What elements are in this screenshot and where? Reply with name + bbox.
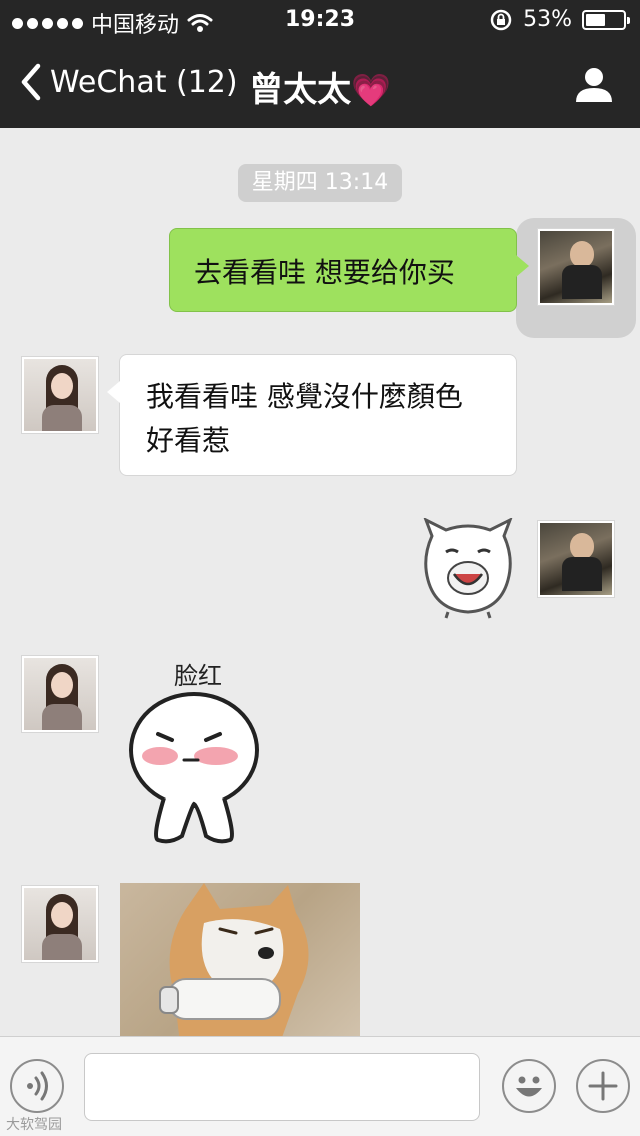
emoji-button[interactable] [502,1059,556,1113]
contact-avatar[interactable] [21,655,99,733]
sticker-caption: 脸红 [174,662,222,690]
profile-icon[interactable] [574,64,614,104]
message-bubble-outgoing[interactable]: 去看看哇 想要给你买 [169,228,529,312]
shiba-photo[interactable] [120,883,360,1036]
plus-icon [588,1071,618,1101]
battery-percent: 53% [523,7,572,32]
timestamp-label: 星期四 13:14 [238,164,402,202]
chat-area[interactable]: 星期四 13:14 去看看哇 想要给你买 我看看哇 感覺沒什麼顏色好看惹 脸红 [0,128,640,1036]
input-bar [0,1036,640,1136]
heart-icon: 💗 [351,71,391,109]
orientation-lock-icon [490,9,512,30]
chat-title-text: 曾太太 [249,70,352,110]
voice-button[interactable] [10,1059,64,1113]
nav-bar: WeChat (12) 曾太太💗 [0,40,640,128]
contact-avatar[interactable] [21,885,99,963]
message-bubble-incoming[interactable]: 我看看哇 感覺沒什麼顏色好看惹 [107,354,517,476]
emoji-icon [516,1076,542,1097]
contact-avatar[interactable] [21,356,99,434]
laughing-cat-sticker[interactable] [418,518,518,620]
more-button[interactable] [576,1059,630,1113]
my-avatar[interactable] [537,520,615,598]
message-input[interactable] [84,1053,480,1121]
status-right: 53% [489,7,630,32]
watermark: 大软驾园 [6,1117,62,1133]
blushing-bun-sticker[interactable] [124,688,264,850]
battery-icon [582,9,630,30]
voice-icon [27,1071,48,1101]
dog-image-icon [159,883,309,1036]
status-bar: 中国移动 19:23 53% [0,0,640,40]
chat-title: 曾太太💗 [0,62,640,111]
my-avatar[interactable] [537,228,615,306]
